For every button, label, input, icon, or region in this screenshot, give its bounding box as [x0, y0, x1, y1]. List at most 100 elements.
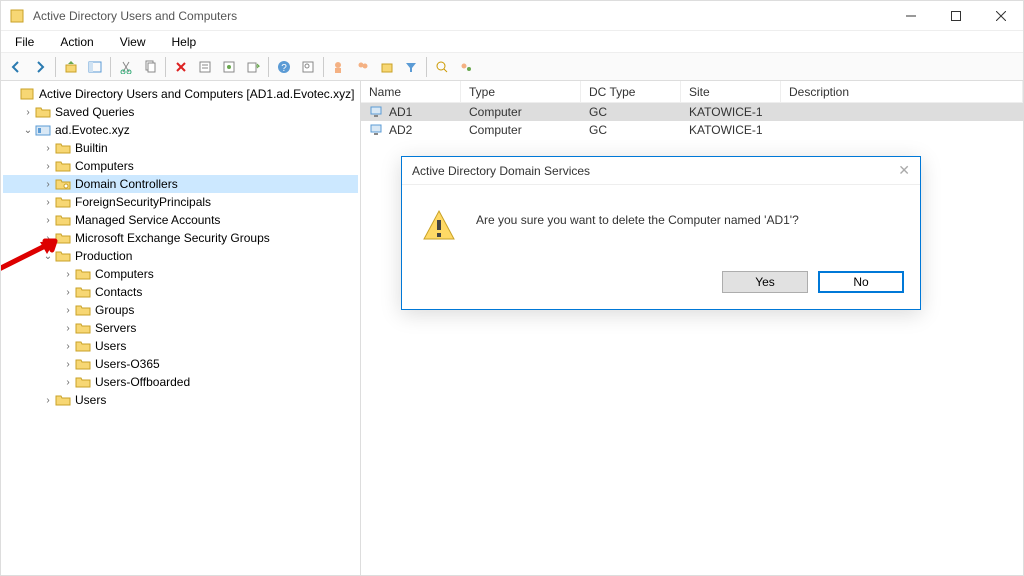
col-dctype[interactable]: DC Type: [581, 81, 681, 102]
dialog-close-button[interactable]: ✕: [898, 162, 910, 179]
expander-icon[interactable]: ›: [41, 179, 55, 190]
up-button[interactable]: [60, 56, 82, 78]
expander-icon[interactable]: ›: [21, 107, 35, 118]
tree-prod-computers[interactable]: › Computers: [3, 265, 358, 283]
expander-icon[interactable]: ›: [61, 377, 75, 388]
tree-domain-controllers[interactable]: › Domain Controllers: [3, 175, 358, 193]
tree-prod-users-o365[interactable]: › Users-O365: [3, 355, 358, 373]
menu-help[interactable]: Help: [166, 33, 203, 51]
domain-icon: [35, 123, 51, 137]
tree-prod-contacts[interactable]: ›Contacts: [3, 283, 358, 301]
separator: [323, 57, 324, 77]
yes-button[interactable]: Yes: [722, 271, 808, 293]
find-button[interactable]: [297, 56, 319, 78]
tree-fsp[interactable]: › ForeignSecurityPrincipals: [3, 193, 358, 211]
minimize-button[interactable]: [888, 1, 933, 31]
menu-view[interactable]: View: [114, 33, 152, 51]
mmc-icon: [19, 87, 35, 101]
refresh-button[interactable]: [218, 56, 240, 78]
col-type[interactable]: Type: [461, 81, 581, 102]
back-button[interactable]: [5, 56, 27, 78]
tree-computers[interactable]: › Computers: [3, 157, 358, 175]
tree-prod-users-off[interactable]: ›Users-Offboarded: [3, 373, 358, 391]
expander-icon[interactable]: ›: [61, 341, 75, 352]
no-button[interactable]: No: [818, 271, 904, 293]
new-group-button[interactable]: [352, 56, 374, 78]
col-name[interactable]: Name: [361, 81, 461, 102]
add-to-group-button[interactable]: [455, 56, 477, 78]
tree-label: Users-O365: [95, 357, 160, 371]
expander-icon[interactable]: ›: [61, 287, 75, 298]
expander-icon[interactable]: ›: [41, 197, 55, 208]
ou-icon: [55, 231, 71, 245]
export-button[interactable]: [242, 56, 264, 78]
properties-button[interactable]: [194, 56, 216, 78]
body: Active Directory Users and Computers [AD…: [1, 81, 1023, 575]
search-button[interactable]: [431, 56, 453, 78]
toolbar: ?: [1, 53, 1023, 81]
content-pane: Name Type DC Type Site Description AD1 C…: [361, 81, 1023, 575]
window-title: Active Directory Users and Computers: [33, 9, 888, 23]
forward-button[interactable]: [29, 56, 51, 78]
list-row[interactable]: AD1 Computer GC KATOWICE-1: [361, 103, 1023, 121]
tree-root[interactable]: Active Directory Users and Computers [AD…: [3, 85, 358, 103]
filter-button[interactable]: [400, 56, 422, 78]
tree-label: Computers: [75, 159, 134, 173]
tree-prod-groups[interactable]: ›Groups: [3, 301, 358, 319]
col-desc[interactable]: Description: [781, 81, 1023, 102]
cell-desc: [781, 103, 1023, 121]
expander-icon[interactable]: ›: [61, 269, 75, 280]
expander-icon[interactable]: ⌄: [41, 251, 55, 262]
cut-button[interactable]: [115, 56, 137, 78]
expander-icon[interactable]: ›: [61, 359, 75, 370]
folder-icon: [55, 141, 71, 155]
menu-file[interactable]: File: [9, 33, 40, 51]
computer-icon: [369, 105, 385, 119]
copy-button[interactable]: [139, 56, 161, 78]
col-site[interactable]: Site: [681, 81, 781, 102]
show-hide-tree-button[interactable]: [84, 56, 106, 78]
tree-saved-queries[interactable]: › Saved Queries: [3, 103, 358, 121]
tree-pane[interactable]: Active Directory Users and Computers [AD…: [1, 81, 361, 575]
ou-icon: [75, 321, 91, 335]
tree-users[interactable]: › Users: [3, 391, 358, 409]
app-icon: [9, 8, 25, 24]
dialog-message: Are you sure you want to delete the Comp…: [476, 209, 799, 227]
expander-icon[interactable]: ›: [41, 395, 55, 406]
tree-domain[interactable]: ⌄ ad.Evotec.xyz: [3, 121, 358, 139]
help-button[interactable]: ?: [273, 56, 295, 78]
expander-icon[interactable]: ›: [41, 215, 55, 226]
expander-icon[interactable]: ⌄: [21, 125, 35, 136]
window-controls: [888, 1, 1023, 31]
svg-text:?: ?: [281, 63, 287, 74]
expander-icon[interactable]: ›: [61, 305, 75, 316]
ou-icon: [75, 303, 91, 317]
expander-icon[interactable]: ›: [61, 323, 75, 334]
tree-builtin[interactable]: › Builtin: [3, 139, 358, 157]
new-ou-button[interactable]: [376, 56, 398, 78]
delete-button[interactable]: [170, 56, 192, 78]
ou-icon: [75, 285, 91, 299]
expander-icon[interactable]: ›: [41, 233, 55, 244]
ou-icon: [75, 267, 91, 281]
menu-action[interactable]: Action: [54, 33, 99, 51]
tree-label: ForeignSecurityPrincipals: [75, 195, 211, 209]
tree-prod-servers[interactable]: ›Servers: [3, 319, 358, 337]
new-user-button[interactable]: [328, 56, 350, 78]
tree-prod-users[interactable]: ›Users: [3, 337, 358, 355]
list-row[interactable]: AD2 Computer GC KATOWICE-1: [361, 121, 1023, 139]
tree-exchange[interactable]: › Microsoft Exchange Security Groups: [3, 229, 358, 247]
folder-icon: [55, 393, 71, 407]
close-button[interactable]: [978, 1, 1023, 31]
tree-label: Computers: [95, 267, 154, 281]
expander-icon[interactable]: ›: [41, 143, 55, 154]
tree-msa[interactable]: › Managed Service Accounts: [3, 211, 358, 229]
expander-icon[interactable]: ›: [41, 161, 55, 172]
computer-icon: [369, 123, 385, 137]
tree-label: Microsoft Exchange Security Groups: [75, 231, 270, 245]
tree-label: Saved Queries: [55, 105, 134, 119]
cell-type: Computer: [461, 103, 581, 121]
menubar: File Action View Help: [1, 31, 1023, 53]
maximize-button[interactable]: [933, 1, 978, 31]
tree-production[interactable]: ⌄ Production: [3, 247, 358, 265]
